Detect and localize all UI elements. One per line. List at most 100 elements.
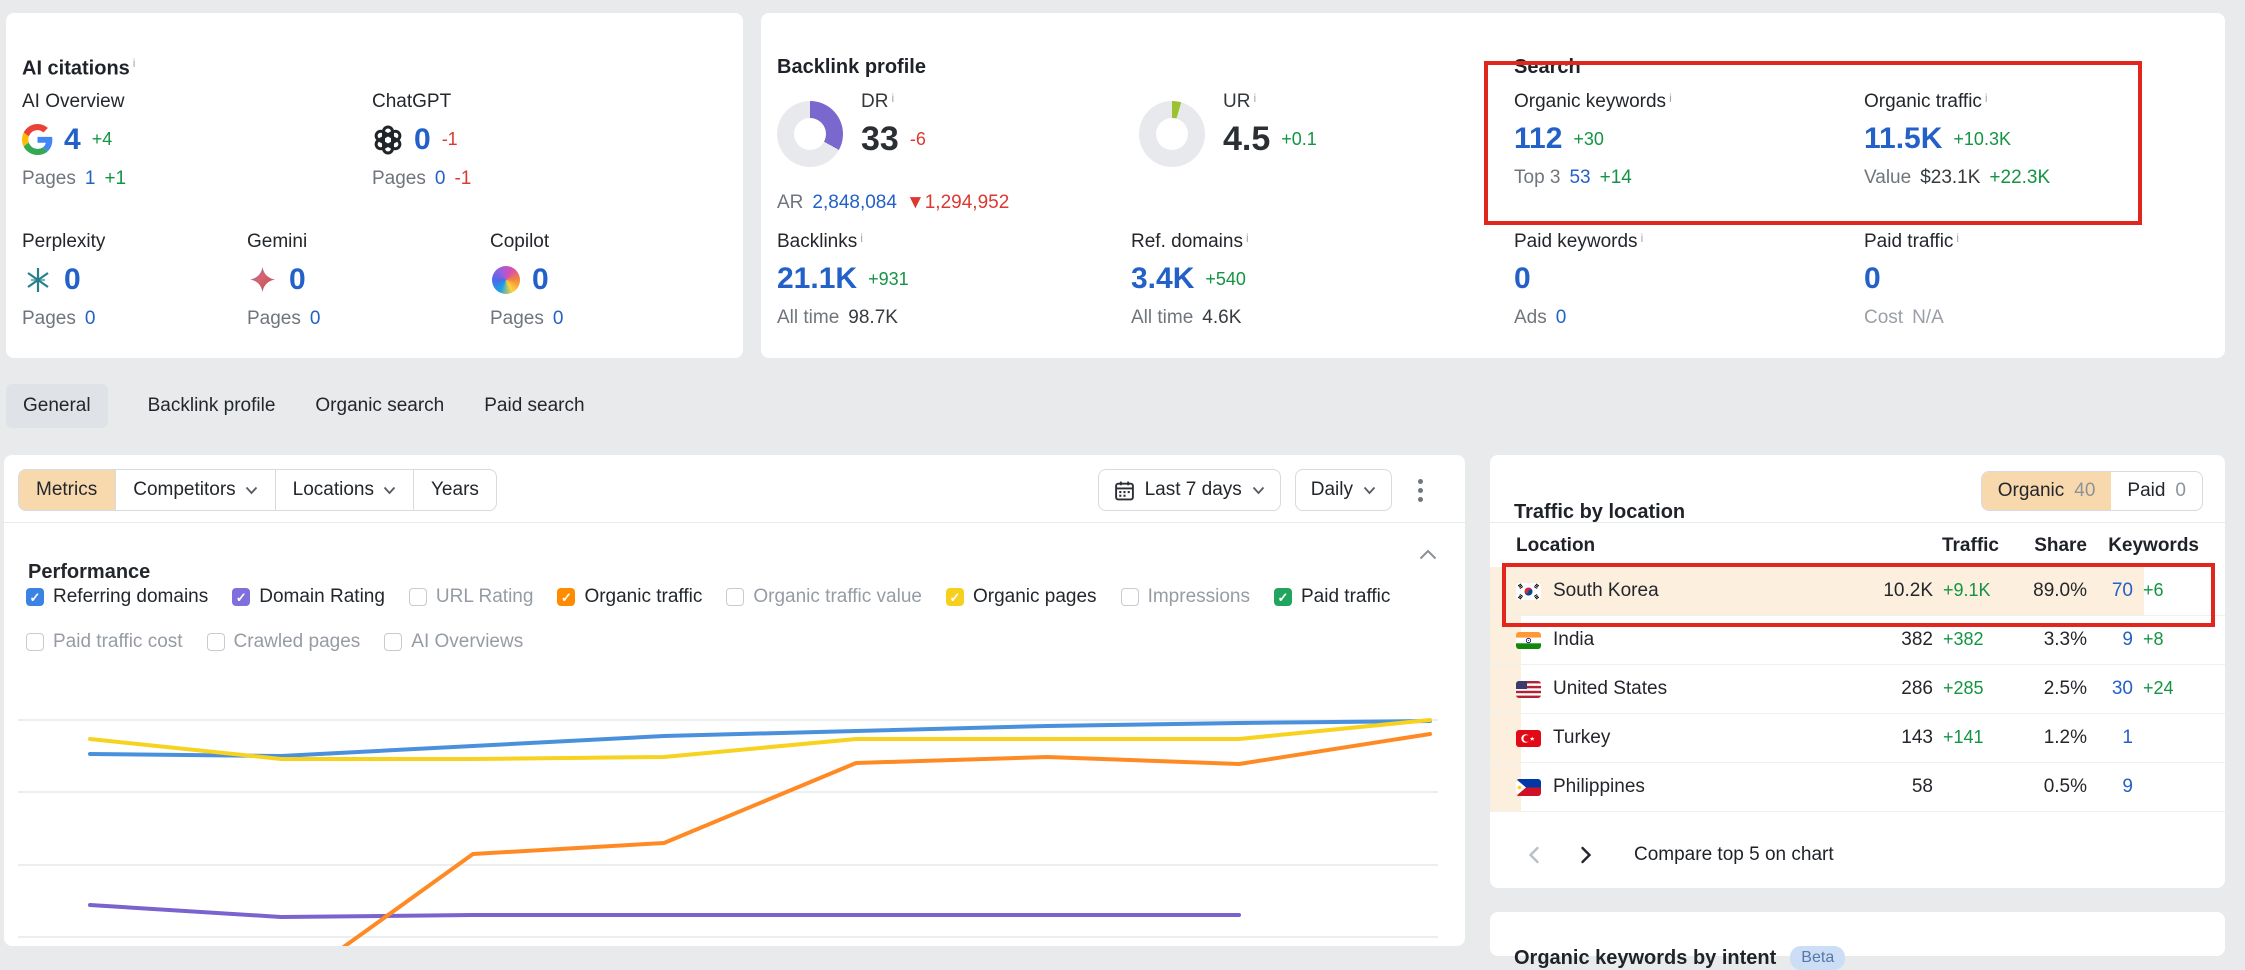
next-page-chevron-icon[interactable] <box>1574 844 1596 866</box>
info-icon[interactable]: i <box>1669 91 1672 105</box>
checkbox-crawled-pages[interactable]: Crawled pages <box>207 631 361 653</box>
years-button[interactable]: Years <box>413 470 496 510</box>
pages-value[interactable]: 0 <box>85 308 96 330</box>
checkbox-organic-pages[interactable]: Organic pages <box>946 586 1097 608</box>
previous-page-chevron-icon[interactable] <box>1524 844 1546 866</box>
copilot-value[interactable]: 0 <box>532 265 549 295</box>
compare-top5-link[interactable]: Compare top 5 on chart <box>1634 844 1834 866</box>
united-states-flag-icon <box>1516 681 1541 698</box>
ref-domains-value[interactable]: 3.4K <box>1131 264 1194 294</box>
top3-value[interactable]: 53 <box>1569 167 1590 189</box>
info-icon[interactable]: i <box>133 56 136 70</box>
paid-toggle-button[interactable]: Paid0 <box>2111 472 2202 510</box>
pages-value[interactable]: 0 <box>553 308 564 330</box>
toolbar-divider <box>4 522 1465 523</box>
pages-value[interactable]: 0 <box>435 168 446 190</box>
checkbox-organic-traffic[interactable]: Organic traffic <box>557 586 702 608</box>
checkbox-organic-traffic-value[interactable]: Organic traffic value <box>726 586 922 608</box>
keywords-delta: +6 <box>2133 580 2199 601</box>
info-icon[interactable]: i <box>1985 91 1988 105</box>
pages-label: Pages <box>22 308 76 330</box>
share-value: 1.2% <box>1999 727 2087 749</box>
perplexity-value[interactable]: 0 <box>64 265 81 295</box>
stat-ref-domains: Ref. domainsi 3.4K +540 All time4.6K <box>1131 231 1249 329</box>
metric-checkbox-row-2: Paid traffic cost Crawled pages AI Overv… <box>26 631 523 653</box>
traffic-value: 143 <box>1901 727 1933 749</box>
checkbox-impressions[interactable]: Impressions <box>1121 586 1250 608</box>
location-name[interactable]: South Korea <box>1553 580 1659 602</box>
stat-backlinks: Backlinksi 21.1K +931 All time98.7K <box>777 231 909 329</box>
collapse-chevron-up-icon[interactable] <box>1419 547 1437 565</box>
stat-organic-keywords: Organic keywordsi 112 +30 Top 353+14 <box>1514 91 1672 189</box>
cost-label: Cost <box>1864 307 1903 329</box>
info-icon[interactable]: i <box>1956 231 1959 245</box>
location-name[interactable]: Philippines <box>1553 776 1645 798</box>
paid-keywords-value[interactable]: 0 <box>1514 264 1531 294</box>
info-icon[interactable]: i <box>860 231 863 245</box>
pages-value[interactable]: 1 <box>85 168 96 190</box>
organic-traffic-value[interactable]: 11.5K <box>1864 124 1942 154</box>
performance-title: Performance <box>28 561 150 584</box>
organic-keywords-value[interactable]: 112 <box>1514 124 1562 154</box>
checkbox-icon <box>26 633 44 651</box>
metrics-button[interactable]: Metrics <box>18 469 115 511</box>
traffic-value: 286 <box>1901 678 1933 700</box>
location-table: South Korea 10.2K+9.1K 89.0% 70+6 India … <box>1490 567 2225 812</box>
filter-segmented-control: Metrics Competitors Locations Years <box>18 469 497 511</box>
ur-value: 4.5 <box>1223 122 1270 156</box>
checkbox-paid-traffic[interactable]: Paid traffic <box>1274 586 1390 608</box>
philippines-flag-icon <box>1516 779 1541 796</box>
chatgpt-value[interactable]: 0 <box>414 125 431 155</box>
stat-paid-keywords: Paid keywordsi 0 Ads0 <box>1514 231 1643 329</box>
tab-general[interactable]: General <box>6 384 108 428</box>
keywords-value[interactable]: 1 <box>2122 727 2133 749</box>
organic-toggle-button[interactable]: Organic40 <box>1982 472 2112 510</box>
granularity-dropdown[interactable]: Daily <box>1295 469 1392 511</box>
table-row-south-korea[interactable]: South Korea 10.2K+9.1K 89.0% 70+6 <box>1490 567 2225 616</box>
ads-value[interactable]: 0 <box>1556 307 1567 329</box>
column-share: Share <box>1999 535 2087 557</box>
ur-delta: +0.1 <box>1281 129 1317 150</box>
locations-dropdown[interactable]: Locations <box>275 470 413 510</box>
keywords-value[interactable]: 9 <box>2122 776 2133 798</box>
ai-overview-value[interactable]: 4 <box>64 125 81 155</box>
backlink-search-card: Backlink profile DRi 33 -6 AR 2,848,084 … <box>761 13 2225 358</box>
ar-value[interactable]: 2,848,084 <box>812 192 897 214</box>
keywords-value[interactable]: 30 <box>2112 678 2133 700</box>
info-icon[interactable]: i <box>1641 231 1644 245</box>
competitors-dropdown[interactable]: Competitors <box>115 470 274 510</box>
location-name[interactable]: India <box>1553 629 1594 651</box>
checkbox-paid-traffic-cost[interactable]: Paid traffic cost <box>26 631 183 653</box>
checkbox-ai-overviews[interactable]: AI Overviews <box>384 631 523 653</box>
info-icon[interactable]: i <box>1246 231 1249 245</box>
date-range-dropdown[interactable]: Last 7 days <box>1098 469 1281 511</box>
location-name[interactable]: United States <box>1553 678 1667 700</box>
checkbox-referring-domains[interactable]: Referring domains <box>26 586 208 608</box>
stat-perplexity: Perplexity 0 Pages0 <box>22 231 105 330</box>
info-icon[interactable]: i <box>1253 91 1256 105</box>
table-row-turkey[interactable]: Turkey 143+141 1.2% 1 <box>1490 714 2225 763</box>
pages-value[interactable]: 0 <box>310 308 321 330</box>
keywords-value[interactable]: 9 <box>2122 629 2133 651</box>
tab-paid-search[interactable]: Paid search <box>484 395 584 417</box>
tab-organic-search[interactable]: Organic search <box>315 395 444 417</box>
location-name[interactable]: Turkey <box>1553 727 1610 749</box>
pages-label: Pages <box>247 308 301 330</box>
south-korea-flag-icon <box>1516 583 1541 600</box>
gemini-value[interactable]: 0 <box>289 265 306 295</box>
more-options-kebab-icon[interactable] <box>1406 470 1435 511</box>
stat-copilot: Copilot 0 Pages0 <box>490 231 563 330</box>
checkbox-url-rating[interactable]: URL Rating <box>409 586 534 608</box>
backlinks-value[interactable]: 21.1K <box>777 264 857 294</box>
keywords-by-intent-title: Organic keywords by intent Beta <box>1514 946 1845 970</box>
report-tabs: General Backlink profile Organic search … <box>6 384 585 428</box>
paid-traffic-value[interactable]: 0 <box>1864 264 1881 294</box>
dr-ring-chart <box>777 101 843 167</box>
checkbox-domain-rating[interactable]: Domain Rating <box>232 586 385 608</box>
info-icon[interactable]: i <box>891 91 894 105</box>
table-row-united-states[interactable]: United States 286+285 2.5% 30+24 <box>1490 665 2225 714</box>
table-row-india[interactable]: India 382+382 3.3% 9+8 <box>1490 616 2225 665</box>
table-row-philippines[interactable]: Philippines 58 0.5% 9 <box>1490 763 2225 812</box>
keywords-value[interactable]: 70 <box>2112 580 2133 602</box>
tab-backlink-profile[interactable]: Backlink profile <box>148 395 276 417</box>
